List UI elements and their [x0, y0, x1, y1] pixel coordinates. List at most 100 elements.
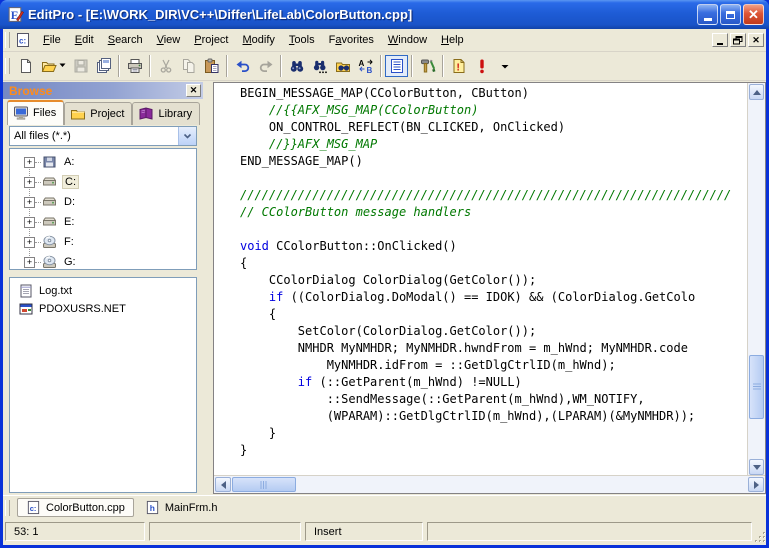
- code-line: MyNMHDR.idFrom = ::GetDlgCtrlID(m_hWnd);: [240, 357, 748, 374]
- tab-library[interactable]: Library: [132, 102, 200, 125]
- print-icon: [127, 58, 143, 74]
- menu-item-favorites[interactable]: Favorites: [322, 31, 381, 49]
- tools-icon: [420, 58, 436, 74]
- scroll-up-button[interactable]: [749, 84, 764, 100]
- resize-grip[interactable]: [753, 530, 766, 543]
- browse-tabs: FilesProjectLibrary: [7, 101, 201, 125]
- find-button[interactable]: [285, 55, 308, 77]
- vertical-scroll-thumb[interactable]: [749, 355, 764, 419]
- toolbar-separator: [226, 55, 228, 77]
- save-button[interactable]: [69, 55, 92, 77]
- svg-text:c:: c:: [19, 37, 26, 46]
- file-item-log-txt[interactable]: Log.txt: [10, 282, 196, 300]
- file-tab-colorbutton-cpp[interactable]: c:ColorButton.cpp: [17, 498, 134, 517]
- syntax-file-button[interactable]: !: [447, 55, 470, 77]
- text-file-icon: [18, 283, 34, 299]
- menu-item-view[interactable]: View: [150, 31, 188, 49]
- vertical-scrollbar[interactable]: [747, 83, 765, 476]
- drive-item-c[interactable]: +C:: [10, 172, 196, 192]
- menu-item-window[interactable]: Window: [381, 31, 434, 49]
- menu-item-modify[interactable]: Modify: [236, 31, 282, 49]
- code-text-area[interactable]: BEGIN_MESSAGE_MAP(CColorButton, CButton)…: [214, 83, 748, 476]
- panel-splitter[interactable]: [203, 80, 213, 496]
- print-button[interactable]: [123, 55, 146, 77]
- code-line: if (::GetParent(m_hWnd) !=NULL): [240, 374, 748, 391]
- tree-expand-button[interactable]: +: [24, 257, 35, 268]
- tree-expand-button[interactable]: +: [24, 237, 35, 248]
- cut-icon: [158, 58, 174, 74]
- browse-close-button[interactable]: ✕: [186, 84, 201, 97]
- menu-item-help[interactable]: Help: [434, 31, 471, 49]
- drive-item-d[interactable]: +D:: [10, 192, 196, 212]
- mdi-close-button[interactable]: ✕: [748, 33, 764, 47]
- menu-item-tools[interactable]: Tools: [282, 31, 322, 49]
- floppy-drive-icon: [41, 154, 58, 170]
- browse-panel-button[interactable]: [385, 55, 408, 77]
- drive-tree: +A:+C:+D:+E:+F:+G:: [9, 148, 197, 270]
- tree-expand-button[interactable]: +: [24, 157, 35, 168]
- tree-expand-button[interactable]: +: [24, 197, 35, 208]
- scroll-left-button[interactable]: [215, 477, 231, 492]
- minimize-button[interactable]: [697, 4, 718, 25]
- mdi-minimize-button[interactable]: [712, 33, 728, 47]
- tab-project[interactable]: Project: [64, 102, 132, 125]
- drive-item-e[interactable]: +E:: [10, 212, 196, 232]
- drive-item-a[interactable]: +A:: [10, 152, 196, 172]
- filetabs-gripper-handle[interactable]: [5, 500, 10, 516]
- toolbar-separator: [118, 55, 120, 77]
- file-list: Log.txtPDOXUSRS.NET: [9, 277, 197, 493]
- svg-text:h: h: [150, 503, 155, 513]
- toolbar-gripper-handle[interactable]: [5, 58, 10, 74]
- toolbar-separator: [280, 55, 282, 77]
- file-tab-mainfrm-h[interactable]: h MainFrm.h: [137, 498, 226, 517]
- drive-item-f[interactable]: +F:: [10, 232, 196, 252]
- menubar-gripper-handle[interactable]: [5, 32, 10, 48]
- cut-button[interactable]: [154, 55, 177, 77]
- new-file-button[interactable]: [14, 55, 37, 77]
- code-line: if ((ColorDialog.DoModal() == IDOK) && (…: [240, 289, 748, 306]
- redo-button[interactable]: [254, 55, 277, 77]
- tools-button[interactable]: [416, 55, 439, 77]
- menu-item-edit[interactable]: Edit: [68, 31, 101, 49]
- find-next-button[interactable]: [308, 55, 331, 77]
- replace-button[interactable]: AB: [354, 55, 377, 77]
- menu-item-search[interactable]: Search: [101, 31, 150, 49]
- horizontal-scroll-thumb[interactable]: [232, 477, 296, 492]
- hard-drive-icon: [41, 194, 58, 210]
- tree-expand-button[interactable]: +: [24, 177, 35, 188]
- syntax-check-button[interactable]: [470, 55, 493, 77]
- scroll-right-button[interactable]: [748, 477, 764, 492]
- scroll-down-button[interactable]: [749, 459, 764, 475]
- file-item-pdoxusrs-net[interactable]: PDOXUSRS.NET: [10, 300, 196, 318]
- file-filter-combobox[interactable]: All files (*.*): [9, 126, 197, 146]
- open-file-button[interactable]: [37, 55, 69, 77]
- undo-button[interactable]: [231, 55, 254, 77]
- copy-button[interactable]: [177, 55, 200, 77]
- menu-item-project[interactable]: Project: [187, 31, 235, 49]
- code-line: SetColor(ColorDialog.GetColor());: [240, 323, 748, 340]
- tree-expand-button[interactable]: +: [24, 217, 35, 228]
- toolbar-dropdown-button[interactable]: [493, 55, 516, 77]
- svg-text:c:: c:: [30, 504, 37, 513]
- drive-item-g[interactable]: +G:: [10, 252, 196, 270]
- horizontal-scrollbar[interactable]: [214, 475, 765, 493]
- code-line: BEGIN_MESSAGE_MAP(CColorButton, CButton): [240, 85, 748, 102]
- file-tab-label: MainFrm.h: [165, 502, 218, 514]
- maximize-button[interactable]: [720, 4, 741, 25]
- h-file-icon: h: [145, 500, 160, 515]
- tab-files[interactable]: Files: [7, 100, 64, 125]
- save-all-button[interactable]: [92, 55, 115, 77]
- paste-button[interactable]: [200, 55, 223, 77]
- undo-icon: [235, 58, 251, 74]
- close-button[interactable]: ✕: [743, 4, 764, 25]
- combobox-dropdown-button[interactable]: [178, 127, 196, 145]
- code-line: ::SendMessage(::GetParent(m_hWnd),WM_NOT…: [240, 391, 748, 408]
- open-file-tabs: c:ColorButton.cpp h MainFrm.h: [3, 495, 766, 519]
- paste-icon: [204, 58, 220, 74]
- document-system-icon[interactable]: c:: [14, 32, 32, 48]
- find-in-files-icon: [335, 58, 351, 74]
- menu-item-file[interactable]: File: [36, 31, 68, 49]
- find-in-files-button[interactable]: [331, 55, 354, 77]
- mdi-restore-button[interactable]: [730, 33, 746, 47]
- toolbar-dropdown-icon: [501, 58, 509, 74]
